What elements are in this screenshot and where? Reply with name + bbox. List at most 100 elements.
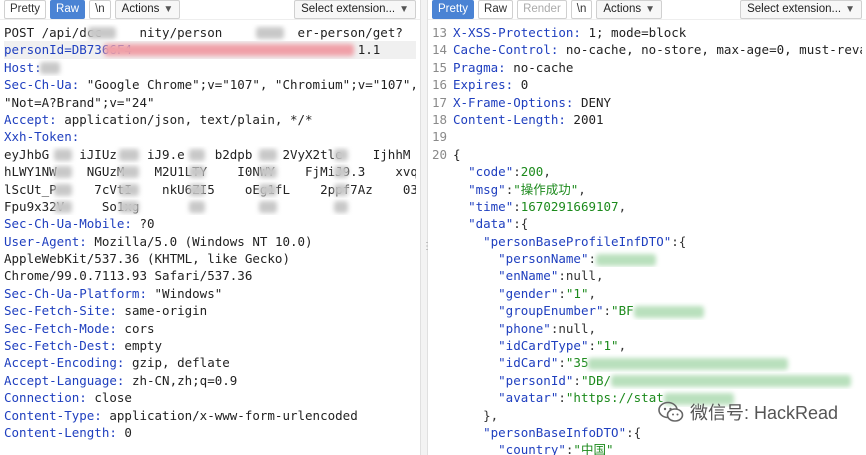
header-value: 2001	[565, 111, 604, 127]
header-name: X-XSS-Protection:	[453, 25, 581, 40]
request-line: Fpu9x32V So1xg	[4, 198, 416, 215]
redacted-value	[588, 357, 789, 370]
header-name: Sec-Ch-Ua-Mobile:	[4, 216, 132, 232]
redacted-value	[119, 183, 139, 196]
redacted-value	[259, 148, 277, 161]
header-name: Content-Type:	[4, 407, 102, 423]
header-value: cors	[116, 320, 155, 336]
json-colon: :	[603, 303, 612, 319]
json-key: "personName"	[498, 251, 589, 267]
header-name: Pragma:	[453, 59, 506, 75]
redacted-value	[189, 148, 205, 161]
json-key: "gender"	[498, 285, 559, 301]
request-line: User-Agent: Mozilla/5.0 (Windows NT 10.0…	[4, 233, 416, 250]
chevron-down-icon: ▼	[399, 4, 409, 15]
response-editor[interactable]: 13 X-XSS-Protection: 1; mode=block 14 Cache…	[428, 20, 866, 455]
redacted-value	[256, 27, 284, 39]
json-line: "idCardType":"1",	[432, 337, 862, 354]
redacted-value	[334, 148, 348, 161]
request-line: Sec-Fetch-Dest: empty	[4, 337, 416, 354]
tab-render[interactable]: Render	[517, 0, 567, 19]
response-line: 17 X-Frame-Options: DENY	[432, 94, 862, 111]
request-pane: Pretty Raw \n Actions ▼ Select extension…	[0, 0, 420, 455]
select-extension-dropdown[interactable]: Select extension... ▼	[740, 0, 862, 19]
json-value: 200	[520, 164, 544, 180]
request-line: Sec-Fetch-Site: same-origin	[4, 302, 416, 319]
header-name: Sec-Fetch-Dest:	[4, 338, 117, 354]
json-comma: ,	[588, 320, 597, 336]
json-line: "code":200,	[432, 163, 862, 180]
request-line: "Not=A?Brand";v="24"	[4, 94, 416, 111]
request-line: Sec-Fetch-Mode: cors	[4, 320, 416, 337]
response-line: 18 Content-Length: 2001	[432, 111, 862, 128]
response-line: 15 Pragma: no-cache	[432, 59, 862, 76]
redacted-value	[189, 200, 205, 213]
header-name: Host:	[4, 59, 42, 75]
tab-pretty[interactable]: Pretty	[4, 0, 47, 19]
header-value: cc nity/person er-person/get?	[86, 25, 403, 40]
json-comma: ,	[578, 181, 586, 197]
redacted-value	[54, 148, 72, 161]
redacted-value	[259, 166, 277, 179]
header-value: "Google Chrome";v="107", "Chromium";v="1…	[79, 77, 416, 93]
tab-newline[interactable]: \n	[89, 0, 111, 19]
json-line: "enName":null,	[432, 267, 862, 284]
header-value: zh-CN,zh;q=0.9	[124, 372, 238, 388]
header-name: Accept:	[4, 111, 57, 127]
line-number: 20	[432, 146, 448, 162]
header-value: AppleWebKit/537.36 (KHTML, like Gecko)	[4, 251, 290, 267]
header-value: Chrome/99.0.7113.93 Safari/537.36	[4, 268, 253, 284]
json-key: "enName"	[498, 268, 559, 284]
json-key: "phone"	[498, 320, 551, 336]
json-colon: :	[558, 390, 566, 406]
chevron-down-icon: ▼	[645, 4, 655, 15]
request-line: eyJhbG iJIUz iJ9.e b2dpb 2VyX2tle IjhhM …	[4, 146, 416, 163]
actions-dropdown[interactable]: Actions ▼	[114, 0, 181, 19]
redacted-value	[54, 200, 72, 213]
request-line: personId=DB7366F4 1.1	[4, 41, 416, 59]
json-value: "35	[565, 355, 589, 371]
header-value: application/x-www-form-urlencoded	[101, 407, 358, 423]
line-number: 18	[432, 111, 448, 127]
json-value: null	[565, 268, 597, 284]
wechat-icon	[658, 401, 684, 423]
request-line: Sec-Ch-Ua: "Google Chrome";v="107", "Chr…	[4, 76, 416, 93]
redacted-value	[189, 183, 205, 196]
json-key: "personBaseInfoDTO"	[483, 424, 627, 440]
redacted-value	[259, 200, 277, 213]
tab-pretty[interactable]: Pretty	[432, 0, 475, 19]
actions-dropdown[interactable]: Actions ▼	[596, 0, 662, 19]
json-line: "personBaseProfileInfDTO":{	[432, 233, 862, 250]
pane-divider[interactable]	[420, 0, 428, 455]
json-value: {	[633, 424, 642, 440]
tab-raw[interactable]: Raw	[478, 0, 514, 19]
header-name: Accept-Encoding:	[4, 355, 125, 371]
header-name: Sec-Ch-Ua:	[4, 77, 80, 93]
request-line: lScUt_P 7cVtI nkU6ZI5 oEg1fL 2ppf7Az 03U…	[4, 181, 416, 198]
json-key: "idCardType"	[498, 338, 589, 354]
header-name: Cache-Control:	[453, 42, 559, 58]
drag-handle-icon[interactable]: ⋮	[422, 242, 432, 256]
redacted-value	[88, 27, 116, 39]
redacted-value	[54, 166, 72, 179]
watermark-text: 微信号: HackRead	[689, 403, 838, 423]
request-editor[interactable]: POST /api/dcc nity/person er-person/get?…	[0, 20, 420, 441]
json-colon: :	[588, 251, 596, 267]
json-value: null	[558, 320, 589, 336]
tab-newline[interactable]: \n	[570, 0, 593, 19]
header-value: "Not=A?Brand";v="24"	[4, 94, 155, 110]
header-value: 1; mode=block	[580, 25, 687, 40]
json-colon: :	[626, 424, 634, 440]
chevron-down-icon: ▼	[163, 4, 174, 15]
json-value: "中国"	[573, 442, 614, 455]
line-number: 19	[432, 129, 448, 145]
tab-raw[interactable]: Raw	[50, 0, 86, 19]
json-comma: ,	[618, 338, 627, 354]
request-line: Xxh-Token:	[4, 128, 416, 145]
json-value: "BF	[611, 303, 634, 319]
redacted-value	[334, 183, 348, 196]
select-extension-dropdown[interactable]: Select extension... ▼	[294, 0, 416, 19]
line-number: 13	[432, 25, 448, 40]
json-value: "操作成功"	[513, 181, 579, 197]
json-line: "country":"中国"	[432, 441, 862, 455]
